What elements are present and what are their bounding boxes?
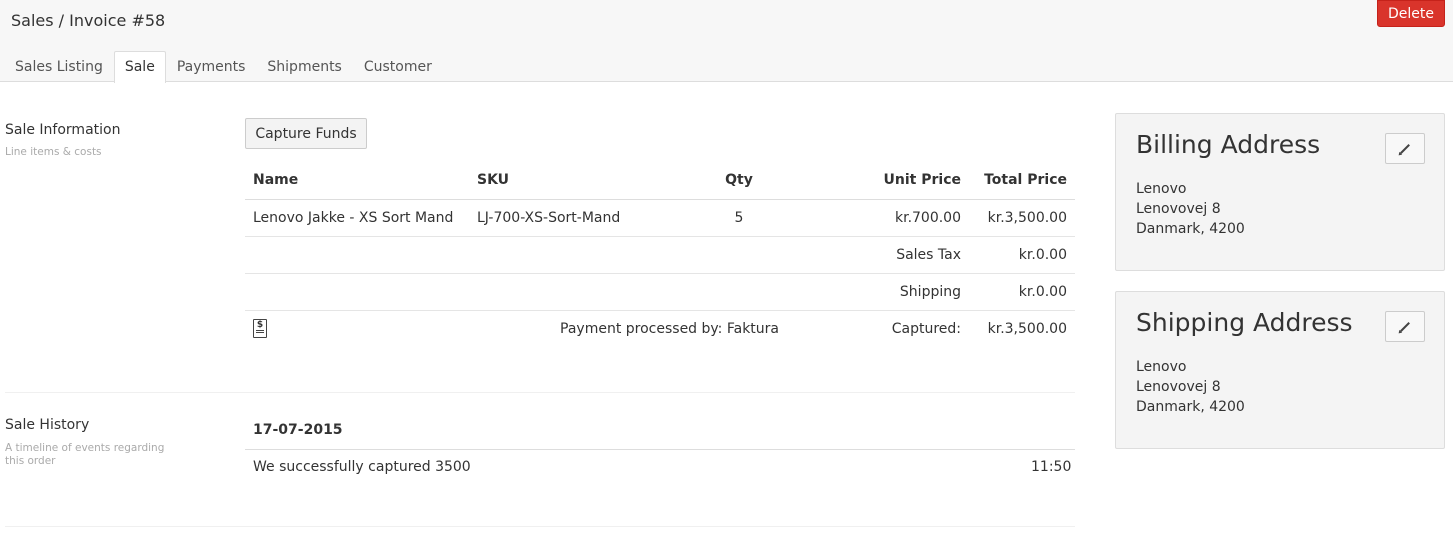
edit-billing-address-button[interactable] [1385, 133, 1425, 164]
page-header: Sales / Invoice #58 Delete Sales Listing… [0, 0, 1453, 83]
billing-address-panel: Billing Address Lenovo Lenovovej 8 Danma… [1115, 113, 1445, 271]
shipping-address-line: Danmark, 4200 [1136, 399, 1245, 415]
billing-address-title: Billing Address [1136, 130, 1321, 159]
shipping-row: Shipping kr.0.00 [245, 273, 1075, 311]
sale-history-title: Sale History [5, 417, 90, 433]
column-header-name: Name [245, 162, 469, 200]
item-total-price: kr.3,500.00 [969, 199, 1075, 237]
billing-address-line: Lenovo [1136, 181, 1187, 197]
section-divider [5, 392, 1075, 393]
shipping-address-line: Lenovovej 8 [1136, 379, 1221, 395]
tab-shipments[interactable]: Shipments [256, 51, 352, 82]
shipping-address-lines: Lenovo Lenovovej 8 Danmark, 4200 [1136, 357, 1245, 417]
billing-address-line: Lenovovej 8 [1136, 201, 1221, 217]
section-divider [5, 526, 1075, 527]
tab-bar: Sales Listing Sale Payments Shipments Cu… [4, 51, 443, 83]
payment-processor-text: Payment processed by: Faktura [560, 320, 779, 337]
sales-tax-label: Sales Tax [779, 236, 969, 274]
tab-sale[interactable]: Sale [113, 51, 166, 83]
history-event-time: 11:50 [1031, 459, 1072, 475]
line-items-table: Name SKU Qty Unit Price Total Price Leno… [245, 162, 1075, 347]
pencil-icon [1400, 144, 1410, 154]
shipping-address-line: Lenovo [1136, 359, 1187, 375]
shipping-label: Shipping [779, 273, 969, 311]
sales-tax-value: kr.0.00 [969, 236, 1075, 274]
invoice-dollar-icon: $ [253, 319, 267, 339]
sale-information-title: Sale Information [5, 122, 121, 138]
history-divider [245, 449, 1075, 450]
item-qty: 5 [699, 199, 779, 237]
page-title: Sales / Invoice #58 [11, 11, 166, 30]
delete-button[interactable]: Delete [1377, 0, 1445, 27]
capture-funds-button[interactable]: Capture Funds [245, 118, 367, 149]
captured-value: kr.3,500.00 [987, 320, 1067, 337]
sale-information-subtitle: Line items & costs [5, 146, 102, 158]
shipping-address-title: Shipping Address [1136, 308, 1353, 337]
item-name: Lenovo Jakke - XS Sort Mand [245, 199, 469, 237]
tab-payments[interactable]: Payments [166, 51, 257, 82]
tab-customer[interactable]: Customer [353, 51, 443, 82]
billing-address-line: Danmark, 4200 [1136, 221, 1245, 237]
sale-history-subtitle: A timeline of events regarding this orde… [5, 442, 165, 467]
edit-shipping-address-button[interactable] [1385, 311, 1425, 342]
history-date: 17-07-2015 [253, 422, 343, 438]
payment-row: $ Payment processed by: Faktura Captured… [245, 310, 1075, 347]
table-row: Lenovo Jakke - XS Sort Mand LJ-700-XS-So… [245, 199, 1075, 237]
history-event-text: We successfully captured 3500 [253, 459, 471, 475]
billing-address-lines: Lenovo Lenovovej 8 Danmark, 4200 [1136, 179, 1245, 239]
tab-sales-listing[interactable]: Sales Listing [4, 51, 114, 82]
sales-tax-row: Sales Tax kr.0.00 [245, 236, 1075, 274]
column-header-unit-price: Unit Price [779, 162, 969, 200]
item-unit-price: kr.700.00 [779, 199, 969, 237]
column-header-total-price: Total Price [969, 162, 1075, 200]
shipping-value: kr.0.00 [969, 273, 1075, 311]
column-header-sku: SKU [469, 162, 699, 200]
item-sku: LJ-700-XS-Sort-Mand [469, 199, 699, 237]
column-header-qty: Qty [699, 162, 779, 200]
table-header-row: Name SKU Qty Unit Price Total Price [245, 162, 1075, 200]
shipping-address-panel: Shipping Address Lenovo Lenovovej 8 Danm… [1115, 291, 1445, 449]
pencil-icon [1400, 322, 1410, 332]
captured-label: Captured: [891, 320, 961, 337]
